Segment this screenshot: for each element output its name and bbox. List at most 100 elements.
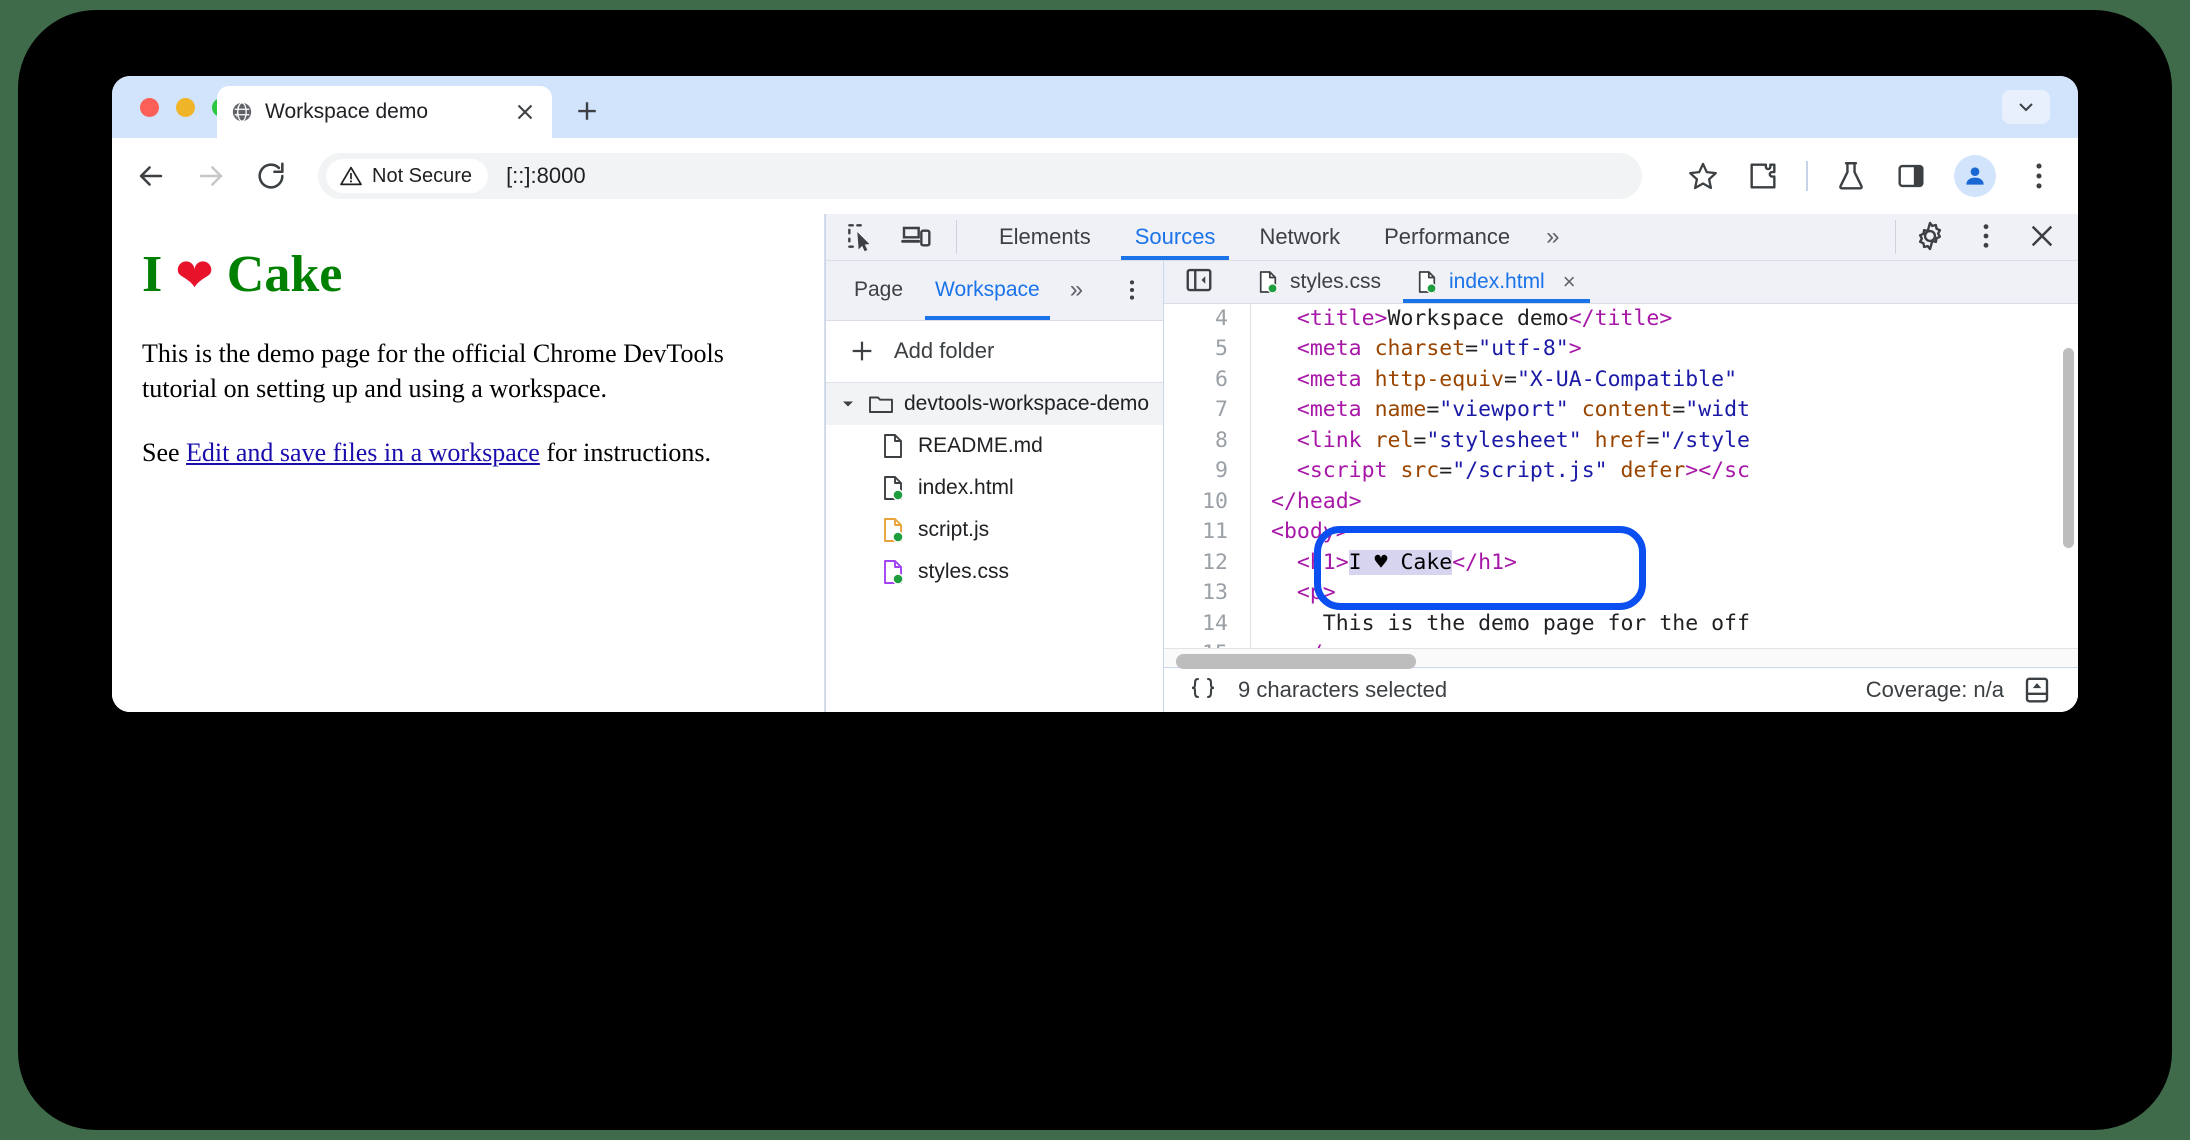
device-toolbar-icon[interactable] bbox=[900, 220, 934, 254]
collapse-sidebar-icon[interactable] bbox=[1184, 265, 1218, 299]
line-text[interactable]: <h1>I ♥ Cake</h1> bbox=[1250, 547, 2078, 579]
editor-status-bar: 9 characters selected Coverage: n/a bbox=[1164, 668, 2078, 712]
extensions-icon[interactable] bbox=[1746, 159, 1780, 193]
tab-sources[interactable]: Sources bbox=[1113, 214, 1238, 260]
tree-file-index-html[interactable]: index.html bbox=[826, 467, 1163, 509]
workspace-docs-link[interactable]: Edit and save files in a workspace bbox=[186, 438, 540, 467]
browser-tab[interactable]: Workspace demo bbox=[217, 86, 552, 138]
file-icon bbox=[1258, 270, 1278, 294]
profile-avatar-icon[interactable] bbox=[1954, 155, 1996, 197]
code-line: 10 </head> bbox=[1164, 486, 2078, 518]
editor-tab-styles-css[interactable]: styles.css bbox=[1240, 261, 1399, 303]
code-token: > bbox=[1568, 336, 1582, 362]
line-text[interactable]: </p> bbox=[1250, 639, 2078, 648]
code-token: "utf-8" bbox=[1478, 336, 1569, 362]
code-token: ></sc bbox=[1685, 458, 1751, 484]
code-token: "widt bbox=[1685, 397, 1750, 423]
navigator-tabs-overflow[interactable]: » bbox=[1056, 276, 1097, 304]
labs-flask-icon[interactable] bbox=[1834, 159, 1868, 193]
devtools-tabs-overflow[interactable]: » bbox=[1532, 223, 1573, 251]
code-token: src bbox=[1400, 458, 1440, 484]
line-text[interactable]: <p> bbox=[1250, 578, 2078, 609]
inspect-element-icon[interactable] bbox=[844, 220, 878, 254]
tab-title: Workspace demo bbox=[265, 100, 429, 123]
line-text[interactable]: <body> bbox=[1250, 517, 2078, 548]
code-token: href bbox=[1594, 427, 1647, 453]
code-token: = bbox=[1439, 458, 1453, 484]
devtools-tab-list: Elements Sources Network Performance » bbox=[977, 214, 1895, 260]
code-line: 7 <meta name="viewport" content="widt bbox=[1164, 395, 2078, 426]
file-name: script.js bbox=[918, 517, 990, 541]
address-bar[interactable]: Not Secure [::]:8000 bbox=[318, 153, 1642, 199]
tab-elements[interactable]: Elements bbox=[977, 214, 1113, 260]
side-panel-icon[interactable] bbox=[1894, 159, 1928, 193]
tree-file-styles-css[interactable]: styles.css bbox=[826, 551, 1163, 593]
line-text[interactable]: <meta charset="utf-8"> bbox=[1250, 334, 2078, 365]
kebab-menu-icon[interactable] bbox=[1101, 277, 1163, 303]
line-text[interactable]: <title>Workspace demo</title> bbox=[1250, 303, 2078, 335]
line-text[interactable]: This is the demo page for the off bbox=[1250, 608, 2078, 640]
code-token: = bbox=[1465, 336, 1479, 362]
editor-tab-index-html[interactable]: index.html × bbox=[1399, 261, 1594, 303]
minimize-window-button[interactable] bbox=[176, 98, 195, 117]
plus-icon bbox=[848, 337, 876, 365]
code-token: = bbox=[1646, 427, 1660, 453]
close-icon[interactable]: × bbox=[1563, 269, 1576, 295]
code-token: This is the demo page for the off bbox=[1271, 610, 1750, 636]
kebab-menu-icon[interactable] bbox=[1970, 220, 2004, 254]
pretty-print-braces-icon[interactable] bbox=[1186, 676, 1220, 704]
tab-performance[interactable]: Performance bbox=[1362, 214, 1532, 260]
close-window-button[interactable] bbox=[140, 98, 159, 117]
code-token: defer bbox=[1620, 458, 1686, 484]
forward-arrow-icon bbox=[194, 159, 228, 193]
line-text[interactable]: <meta name="viewport" content="widt bbox=[1250, 395, 2078, 426]
line-text[interactable]: <link rel="stylesheet" href="/style bbox=[1250, 425, 2078, 457]
code-line: 5 <meta charset="utf-8"> bbox=[1164, 334, 2078, 365]
navigator-tab-page[interactable]: Page bbox=[838, 261, 919, 320]
code-editor[interactable]: 4 <title>Workspace demo</title> 5 <meta c… bbox=[1164, 303, 2078, 648]
code-token: <p> bbox=[1271, 580, 1336, 606]
code-token: = bbox=[1413, 427, 1427, 453]
show-drawer-icon[interactable] bbox=[2022, 675, 2052, 705]
kebab-menu-icon[interactable] bbox=[2022, 159, 2056, 193]
editor-vertical-scrollbar[interactable] bbox=[2063, 347, 2074, 548]
back-arrow-icon[interactable] bbox=[134, 159, 168, 193]
warning-triangle-icon bbox=[340, 166, 362, 186]
line-text[interactable]: <meta http-equiv="X-UA-Compatible" bbox=[1250, 364, 2078, 396]
screenshot-root: Workspace demo Not Secure [::]:8000 I ❤ … bbox=[0, 0, 2190, 1140]
line-text[interactable]: <script src="/script.js" defer></sc bbox=[1250, 456, 2078, 487]
code-line: 13 <p> bbox=[1164, 578, 2078, 609]
code-token: "X-UA-Compatible" bbox=[1516, 366, 1738, 392]
file-icon bbox=[1417, 270, 1437, 294]
code-token: <meta bbox=[1271, 336, 1375, 362]
code-token: <meta bbox=[1271, 366, 1375, 392]
star-icon[interactable] bbox=[1686, 159, 1720, 193]
line-text[interactable]: </head> bbox=[1250, 486, 2078, 518]
file-name: index.html bbox=[918, 475, 1014, 499]
code-token: http-equiv bbox=[1374, 366, 1505, 392]
new-tab-button[interactable] bbox=[572, 96, 602, 126]
navigator-tab-workspace[interactable]: Workspace bbox=[919, 261, 1056, 320]
gear-icon[interactable] bbox=[1914, 220, 1948, 254]
tree-file-script-js[interactable]: script.js bbox=[826, 509, 1163, 551]
line-number: 5 bbox=[1215, 336, 1228, 362]
line-number: 8 bbox=[1215, 427, 1228, 453]
add-folder-button[interactable]: Add folder bbox=[826, 321, 1163, 383]
close-icon[interactable] bbox=[2026, 220, 2060, 254]
line-number: 4 bbox=[1215, 305, 1228, 331]
code-line: 11 <body> bbox=[1164, 517, 2078, 548]
code-token: = bbox=[1672, 397, 1686, 423]
tree-folder-devtools-workspace-demo[interactable]: devtools-workspace-demo bbox=[826, 382, 1163, 425]
scrollbar-thumb[interactable] bbox=[1176, 653, 1416, 669]
security-badge[interactable]: Not Secure bbox=[326, 159, 489, 193]
page-paragraph-1: This is the demo page for the official C… bbox=[142, 339, 724, 403]
tree-file-readme[interactable]: README.md bbox=[826, 425, 1163, 467]
reload-icon[interactable] bbox=[254, 159, 288, 193]
tab-network[interactable]: Network bbox=[1237, 214, 1362, 260]
editor-horizontal-scrollbar[interactable] bbox=[1164, 647, 2078, 669]
folder-name: devtools-workspace-demo bbox=[904, 391, 1150, 415]
caret-down-icon[interactable] bbox=[840, 396, 858, 412]
close-icon[interactable] bbox=[512, 99, 538, 125]
chevron-down-icon[interactable] bbox=[2002, 90, 2050, 124]
